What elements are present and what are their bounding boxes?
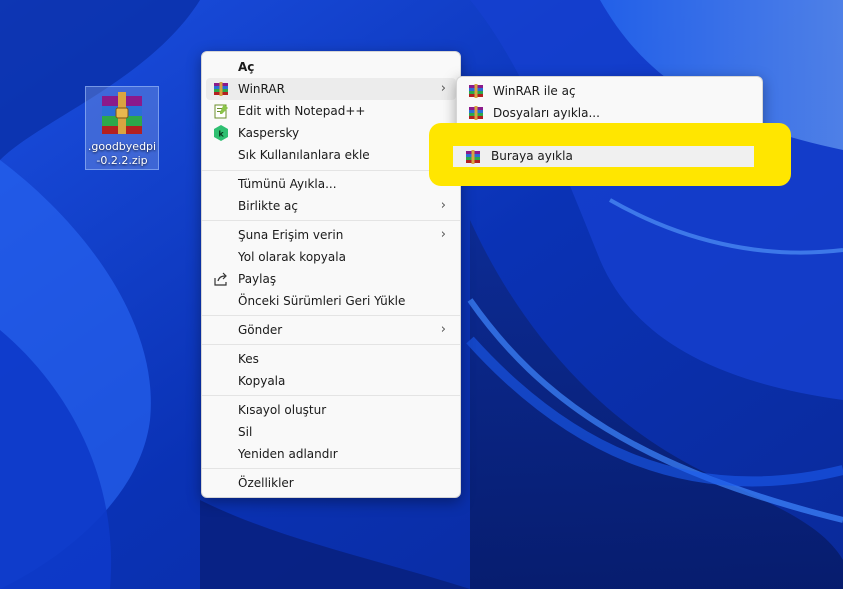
menu-item-copy-path[interactable]: Yol olarak kopyala xyxy=(206,246,456,268)
submenu-item-extract-here[interactable]: Buraya ayıkla xyxy=(453,146,754,167)
menu-item-add-favorites[interactable]: Sık Kullanılanlara ekle xyxy=(206,144,456,166)
menu-item-kaspersky[interactable]: k Kaspersky xyxy=(206,122,456,144)
notepad-plus-plus-icon xyxy=(214,104,228,119)
menu-item-delete[interactable]: Sil xyxy=(206,421,456,443)
kaspersky-icon: k xyxy=(214,125,228,141)
chevron-right-icon: › xyxy=(440,81,446,96)
menu-item-rename[interactable]: Yeniden adlandır xyxy=(206,443,456,465)
menu-item-share[interactable]: Paylaş xyxy=(206,268,456,290)
chevron-right-icon: › xyxy=(440,322,446,337)
menu-separator xyxy=(202,344,460,345)
menu-item-give-access[interactable]: Şuna Erişim verin › xyxy=(206,224,456,246)
menu-item-open-with[interactable]: Birlikte aç › xyxy=(206,195,456,217)
share-icon xyxy=(214,272,227,286)
menu-item-cut[interactable]: Kes xyxy=(206,348,456,370)
menu-item-copy[interactable]: Kopyala xyxy=(206,370,456,392)
menu-separator xyxy=(202,170,460,171)
winrar-icon xyxy=(214,82,228,96)
menu-item-create-shortcut[interactable]: Kısayol oluştur xyxy=(206,399,456,421)
submenu-item-extract-files[interactable]: Dosyaları ayıkla... xyxy=(461,102,758,124)
winrar-icon xyxy=(466,150,480,164)
menu-item-extract-all[interactable]: Tümünü Ayıkla... xyxy=(206,173,456,195)
chevron-right-icon: › xyxy=(440,227,446,242)
menu-item-properties[interactable]: Özellikler xyxy=(206,472,456,494)
menu-separator xyxy=(202,220,460,221)
menu-item-restore-versions[interactable]: Önceki Sürümleri Geri Yükle xyxy=(206,290,456,312)
winrar-icon xyxy=(469,106,483,120)
menu-separator xyxy=(202,395,460,396)
menu-separator xyxy=(202,315,460,316)
menu-item-notepad[interactable]: Edit with Notepad++ xyxy=(206,100,456,122)
menu-item-send-to[interactable]: Gönder › xyxy=(206,319,456,341)
menu-item-open[interactable]: Aç xyxy=(206,56,456,78)
chevron-right-icon: › xyxy=(440,198,446,213)
menu-separator xyxy=(202,468,460,469)
zip-file-label: .goodbyedpi-0.2.2.zip xyxy=(87,140,157,167)
winrar-icon xyxy=(469,84,483,98)
winrar-archive-icon xyxy=(102,92,142,134)
svg-text:k: k xyxy=(218,130,224,139)
menu-item-winrar[interactable]: WinRAR › xyxy=(206,78,456,100)
zip-file-icon[interactable]: .goodbyedpi-0.2.2.zip xyxy=(85,86,159,170)
submenu-item-open-with-winrar[interactable]: WinRAR ile aç xyxy=(461,80,758,102)
context-menu: Aç WinRAR › Edit with Notepad++ k Kasper… xyxy=(201,51,461,498)
